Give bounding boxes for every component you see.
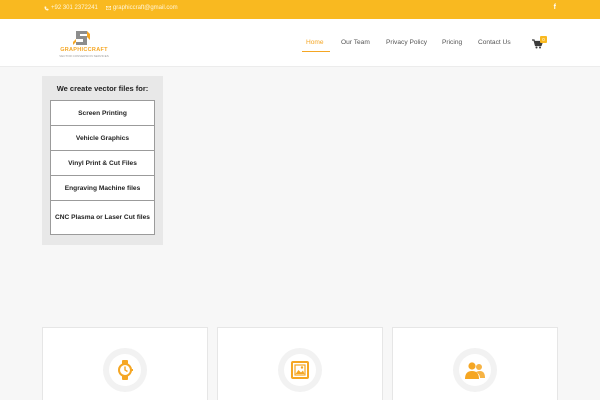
cart-count-badge: 0	[540, 36, 547, 43]
site-header: GRAPHICCRAFT VECTOR CONVERSION SERVICES …	[0, 19, 600, 67]
service-cnc-plasma[interactable]: CNC Plasma or Laser Cut files	[50, 200, 155, 235]
nav-privacy-policy[interactable]: Privacy Policy	[386, 39, 427, 46]
envelope-icon	[105, 6, 111, 10]
active-nav-underline	[302, 51, 330, 52]
phone-number: +92 301 2372241	[51, 5, 98, 11]
top-bar: +92 301 2372241 graphiccraft@gmail.com f	[0, 0, 600, 19]
phone-icon	[44, 6, 49, 10]
icon-ring	[103, 348, 147, 392]
nav-our-team[interactable]: Our Team	[341, 39, 370, 46]
icon-ring	[278, 348, 322, 392]
nav-pricing[interactable]: Pricing	[442, 39, 462, 46]
feature-card	[42, 327, 208, 400]
service-vehicle-graphics[interactable]: Vehicle Graphics	[50, 125, 155, 151]
icon-disc	[459, 354, 491, 386]
feature-card	[392, 327, 558, 400]
service-vinyl-print[interactable]: Vinyl Print & Cut Files	[50, 150, 155, 176]
facebook-icon[interactable]: f	[554, 4, 556, 11]
services-panel: We create vector files for: Screen Print…	[42, 76, 163, 245]
feature-card	[217, 327, 383, 400]
icon-disc	[284, 354, 316, 386]
brand-tagline: VECTOR CONVERSION SERVICES	[59, 54, 109, 58]
email-address: graphiccraft@gmail.com	[112, 5, 178, 11]
service-screen-printing[interactable]: Screen Printing	[50, 100, 155, 126]
service-engraving[interactable]: Engraving Machine files	[50, 175, 155, 201]
users-icon	[465, 362, 485, 379]
services-title: We create vector files for:	[56, 84, 149, 93]
contact-info: +92 301 2372241 graphiccraft@gmail.com	[44, 5, 178, 11]
icon-ring	[453, 348, 497, 392]
cart-button[interactable]: 0	[532, 36, 550, 50]
image-frame-icon	[291, 361, 309, 379]
nav-contact-us[interactable]: Contact Us	[478, 39, 511, 46]
email-contact[interactable]: graphiccraft@gmail.com	[105, 5, 178, 11]
watch-icon	[118, 360, 133, 380]
main-nav: Home Our Team Privacy Policy Pricing Con…	[0, 39, 600, 53]
nav-home[interactable]: Home	[306, 39, 324, 46]
icon-disc	[109, 354, 141, 386]
phone-contact[interactable]: +92 301 2372241	[44, 5, 98, 11]
